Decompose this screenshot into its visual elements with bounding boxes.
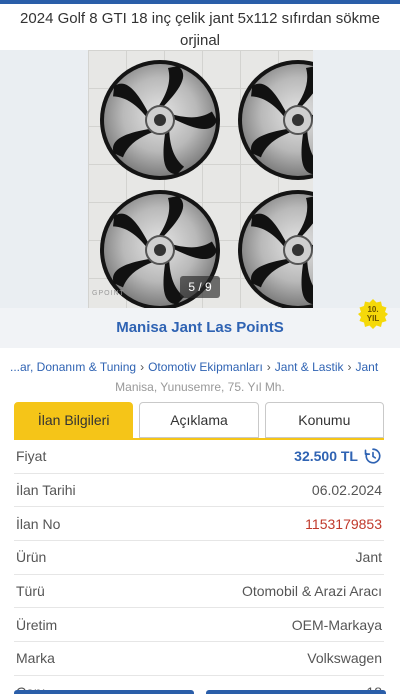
photo-counter: 5 / 9 [180,276,220,298]
breadcrumb-separator: › [140,360,145,374]
detail-key: Ürün [16,549,47,566]
breadcrumb-item[interactable]: Jant [355,360,378,374]
price-value: 32.500 TL [294,448,358,465]
breadcrumb-item[interactable]: ...ar, Donanım & Tuning [10,360,136,374]
detail-key: İlan Tarihi [16,482,76,499]
wheels-image [99,59,313,308]
detail-row: Marka Volkswagen [14,642,384,676]
bottom-action-button-left[interactable] [14,690,194,694]
tab-ilan-bilgileri[interactable]: İlan Bilgileri [14,402,134,438]
detail-row: İlan Tarihi 06.02.2024 [14,474,384,508]
tab-bar: İlan Bilgileri Açıklama Konumu [0,402,400,438]
bottom-action-bar [0,690,400,694]
detail-row: Ürün Jant [14,541,384,575]
location-text: Manisa, Yunusemre, 75. Yıl Mh. [115,380,285,394]
tab-konumu[interactable]: Konumu [264,402,384,438]
detail-key: Marka [16,650,55,667]
detail-value: Jant [355,549,382,566]
detail-key: Üretim [16,616,58,633]
bottom-action-button-right[interactable] [206,690,386,694]
store-name-link[interactable]: Manisa Jant Las PointS [116,319,284,336]
detail-key: Türü [16,583,45,600]
details-table: Fiyat 32.500 TL İlan Tarihi 06.02.2024 İ… [14,438,384,694]
detail-row: Türü Otomobil & Arazi Aracı [14,575,384,609]
breadcrumb: ...ar, Donanım & Tuning › Otomotiv Ekipm… [0,354,400,380]
detail-value: 06.02.2024 [311,482,382,499]
detail-key: Fiyat [16,448,47,465]
detail-row: Üretim OEM-Markaya [14,608,384,643]
detail-value-price: 32.500 TL [294,447,382,465]
breadcrumb-item[interactable]: Jant & Lastik [275,360,344,374]
listing-id-value: 1153179853 [305,515,382,532]
detail-key: İlan No [16,515,61,532]
photo-gallery[interactable]: GPOINT 5 / 9 [0,50,400,308]
year-badge-text: 10. YIL [366,305,380,323]
detail-row-price: Fiyat 32.500 TL [14,440,384,474]
detail-row: İlan No 1153179853 [14,507,384,542]
detail-value: Otomobil & Arazi Aracı [241,583,382,600]
photo-watermark: GPOINT [92,290,125,297]
breadcrumb-separator: › [347,360,352,374]
breadcrumb-item[interactable]: Otomotiv Ekipmanları [148,360,263,374]
store-bar[interactable]: Manisa Jant Las PointS 10. YIL [0,299,400,348]
price-history-icon[interactable] [364,447,382,465]
detail-value: OEM-Markaya [291,616,382,633]
breadcrumb-separator: › [266,360,271,374]
listing-photo[interactable] [88,50,313,308]
listing-title: 2024 Golf 8 GTI 18 inç çelik jant 5x112 … [20,10,380,49]
detail-value: Volkswagen [307,650,382,667]
year-badge: 10. YIL [358,299,388,329]
tab-aciklama[interactable]: Açıklama [139,402,259,438]
